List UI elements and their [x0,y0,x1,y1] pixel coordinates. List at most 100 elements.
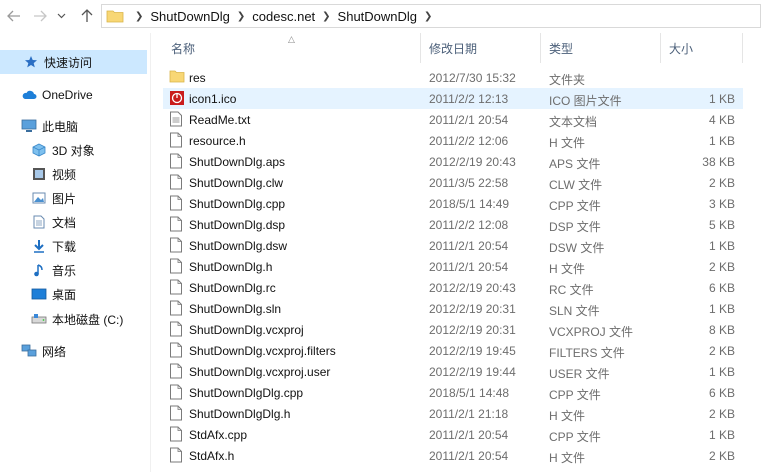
file-row[interactable]: ShutDownDlg.sln 2012/2/19 20:31 SLN 文件 1 KB [163,298,743,319]
file-row[interactable]: res 2012/7/30 15:32 文件夹 [163,67,743,88]
breadcrumb-separator-icon[interactable]: ❯ [417,11,439,22]
sidebar-item-label: OneDrive [42,88,93,102]
file-modified-date: 2018/5/1 14:49 [429,197,510,211]
sidebar-item-label: 音乐 [52,263,77,278]
file-row[interactable]: ShutDownDlg.rc 2012/2/19 20:43 RC 文件 6 KB [163,277,743,298]
file-type: VCXPROJ 文件 [549,325,634,339]
sidebar-item-music[interactable]: 音乐 [0,258,147,282]
file-type: 文本文档 [549,115,598,129]
file-type: H 文件 [549,262,586,276]
breadcrumb-item[interactable]: codesc.net [252,9,315,24]
file-row[interactable]: StdAfx.cpp 2011/2/1 20:54 CPP 文件 1 KB [163,424,743,445]
file-row[interactable]: icon1.ico 2011/2/2 12:13 ICO 图片文件 1 KB [163,88,743,109]
file-row[interactable]: ReadMe.txt 2011/2/1 20:54 文本文档 4 KB [163,109,743,130]
sidebar-item-pictures[interactable]: 图片 [0,186,147,210]
file-modified-date: 2011/2/1 21:18 [429,407,509,421]
file-icon [169,426,185,442]
file-type: ICO 图片文件 [549,94,622,108]
forward-button[interactable] [30,6,50,26]
file-type: CPP 文件 [549,430,601,444]
file-row[interactable]: ShutDownDlg.h 2011/2/1 20:54 H 文件 2 KB [163,256,743,277]
sidebar-item-downloads[interactable]: 下载 [0,234,147,258]
column-header-label: 修改日期 [429,41,478,56]
file-type: H 文件 [549,409,586,423]
column-header-date[interactable]: 修改日期 [421,33,541,63]
sidebar-item-onedrive[interactable]: OneDrive [0,83,147,107]
forward-arrow-icon [34,10,47,22]
file-row[interactable]: ShutDownDlg.dsw 2011/2/1 20:54 DSW 文件 1 KB [163,235,743,256]
column-header-label: 大小 [669,41,694,56]
file-modified-date: 2011/2/1 20:54 [429,260,509,274]
file-type: H 文件 [549,451,586,465]
sidebar-item-this-pc[interactable]: 此电脑 [0,114,147,138]
sidebar-item-label: 3D 对象 [52,143,95,158]
ico-file-icon [169,90,185,106]
file-row[interactable]: ShutDownDlg.dsp 2011/2/2 12:08 DSP 文件 5 KB [163,214,743,235]
file-size: 4 KB [708,113,735,127]
column-header-row: △ 名称 修改日期 类型 大小 [151,33,761,63]
file-icon [169,342,185,358]
navigation-pane: 快速访问 OneDrive 此电脑 3D 对象 视频 图片 文档 下载 音乐 桌… [0,33,150,472]
file-row[interactable]: ShutDownDlg.vcxproj.filters 2012/2/19 19:… [163,340,743,361]
file-row[interactable]: ShutDownDlg.aps 2012/2/19 20:43 APS 文件 38 K… [163,151,743,172]
file-size: 1 KB [708,134,735,148]
file-size: 6 KB [708,281,735,295]
file-row[interactable]: StdAfx.h 2011/2/1 20:54 H 文件 2 KB [163,445,743,466]
breadcrumb-separator-icon[interactable]: ❯ [128,11,150,22]
file-modified-date: 2018/5/1 14:48 [429,386,510,400]
file-type: CLW 文件 [549,178,603,192]
file-row[interactable]: ShutDownDlg.clw 2011/3/5 22:58 CLW 文件 2 KB [163,172,743,193]
file-name: ShutDownDlg.vcxproj.user [189,365,331,379]
file-size: 3 KB [708,197,735,211]
file-type: APS 文件 [549,157,601,171]
breadcrumb-item[interactable]: ShutDownDlg [150,9,230,24]
file-type: DSP 文件 [549,220,601,234]
computer-icon [21,118,37,134]
column-header-type[interactable]: 类型 [541,33,661,63]
music-icon [31,262,47,278]
sidebar-item-label: 图片 [52,191,77,206]
pane-divider[interactable] [150,33,151,472]
file-modified-date: 2012/2/19 20:31 [429,323,516,337]
file-row[interactable]: ShutDownDlg.vcxproj.user 2012/2/19 19:44 U… [163,361,743,382]
breadcrumb-separator-icon[interactable]: ❯ [315,11,337,22]
sidebar-item-network[interactable]: 网络 [0,339,147,363]
up-button[interactable] [77,6,97,26]
back-button[interactable] [4,6,24,26]
file-row[interactable]: ShutDownDlg.vcxproj 2012/2/19 20:31 VCXPRO… [163,319,743,340]
file-modified-date: 2012/2/19 19:44 [429,365,516,379]
text-file-icon [169,111,185,127]
file-name: StdAfx.h [189,449,235,463]
file-name: ShutDownDlgDlg.cpp [189,386,304,400]
file-size: 2 KB [708,407,735,421]
file-name: ShutDownDlg.rc [189,281,276,295]
file-icon [169,174,185,190]
column-header-name[interactable]: 名称 [163,33,421,63]
column-header-size[interactable]: 大小 [661,33,743,63]
file-name: res [189,71,206,85]
sidebar-item-documents[interactable]: 文档 [0,210,147,234]
file-name: ShutDownDlg.vcxproj.filters [189,344,336,358]
breadcrumb-separator-icon[interactable]: ❯ [230,11,252,22]
file-name: ShutDownDlg.dsp [189,218,286,232]
file-size: 2 KB [708,260,735,274]
sidebar-item-desktop[interactable]: 桌面 [0,282,147,306]
file-row[interactable]: ShutDownDlg.cpp 2018/5/1 14:49 CPP 文件 3 KB [163,193,743,214]
file-name: ShutDownDlg.h [189,260,273,274]
file-type: H 文件 [549,136,586,150]
address-box[interactable]: ❯ ShutDownDlg ❯ codesc.net ❯ ShutDownDlg… [101,4,761,28]
recent-locations-button[interactable] [54,6,68,26]
sidebar-item-videos[interactable]: 视频 [0,162,147,186]
file-row[interactable]: resource.h 2011/2/2 12:06 H 文件 1 KB [163,130,743,151]
sidebar-item-local-disk-c[interactable]: 本地磁盘 (C:) [0,307,147,331]
file-row[interactable]: ShutDownDlgDlg.h 2011/2/1 21:18 H 文件 2 KB [163,403,743,424]
file-row[interactable]: ShutDownDlgDlg.cpp 2018/5/1 14:48 CPP 文件 6 … [163,382,743,403]
file-modified-date: 2011/3/5 22:58 [429,176,509,190]
file-icon [169,405,185,421]
sidebar-item-quick-access[interactable]: 快速访问 [0,50,147,74]
sidebar-item-3d-objects[interactable]: 3D 对象 [0,138,147,162]
breadcrumb-item[interactable]: ShutDownDlg [338,9,418,24]
3d-objects-icon [31,142,47,158]
file-name: ShutDownDlg.dsw [189,239,288,253]
video-icon [31,166,47,182]
